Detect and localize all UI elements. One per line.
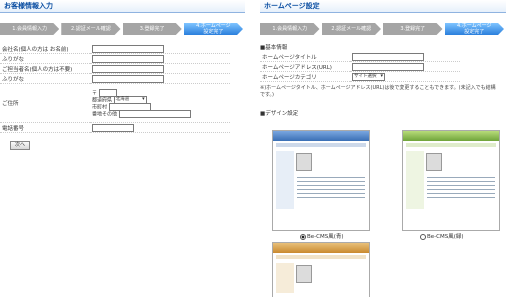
street-input[interactable] xyxy=(118,110,191,118)
step-2: 2.認証メール確認 xyxy=(321,23,381,35)
homepage-settings-panel: ホームページ設定 1.会員情報入力 2.認証メール確認 3.登録完了 4.ホーム… xyxy=(260,0,506,297)
furigana-label: ふりがな xyxy=(0,53,90,64)
avatar xyxy=(296,153,312,171)
company-input[interactable] xyxy=(92,44,164,53)
panel-title: お客様情報入力 xyxy=(0,0,245,13)
step-2: 2.認証メール確認 xyxy=(61,23,121,35)
step-1: 1.会員情報入力 xyxy=(0,23,60,35)
step-4: 4.ホームページ 設定完了 xyxy=(444,23,504,35)
contact-furigana-input[interactable] xyxy=(92,74,164,83)
avatar xyxy=(296,265,312,283)
avatar xyxy=(426,153,442,171)
phone-input[interactable] xyxy=(92,123,134,132)
step-progress: 1.会員情報入力 2.認証メール確認 3.登録完了 4.ホームページ 設定完了 xyxy=(260,23,506,35)
step-4: 4.ホームページ 設定完了 xyxy=(183,23,243,35)
company-label: 会社名(個人の方は お名前) xyxy=(0,44,90,54)
site-category-select[interactable]: サイト選択 xyxy=(352,72,385,81)
prefecture-select[interactable]: 北海道 xyxy=(113,96,147,104)
phone-label: 電話番号 xyxy=(0,122,90,133)
contact-input[interactable] xyxy=(92,64,164,73)
panel-title: ホームページ設定 xyxy=(260,0,506,13)
design-thumb-green[interactable] xyxy=(402,130,500,231)
customer-form: 会社名(個人の方は お名前) ふりがな ご担当者名(個人の方は不要) ふりがな … xyxy=(0,44,230,133)
site-url-label: ホームページアドレス(URL) xyxy=(260,61,350,72)
design-thumb-orange[interactable] xyxy=(272,242,370,297)
step-progress: 1.会員情報入力 2.認証メール確認 3.登録完了 4.ホームページ 設定完了 xyxy=(0,23,245,35)
site-title-label: ホームページタイトル xyxy=(260,52,350,62)
design-thumb-blue[interactable] xyxy=(272,130,370,231)
design-option-green[interactable]: Be-CMS風(緑) xyxy=(420,232,464,240)
step-3: 3.登録完了 xyxy=(383,23,443,35)
furigana-label: ふりがな xyxy=(0,73,90,84)
contact-label: ご担当者名(個人の方は不要) xyxy=(0,63,90,74)
radio-unselected-icon xyxy=(420,233,426,240)
design-option-blue[interactable]: Be-CMS風(青) xyxy=(300,232,344,240)
street-label: 番地その他 xyxy=(92,111,118,118)
basic-info-heading: ■基本情報 xyxy=(260,45,288,51)
site-title-input[interactable] xyxy=(352,52,424,61)
company-furigana-input[interactable] xyxy=(92,54,164,63)
note-text: ※)ホームページタイトル、ホームページアドレス(URL)は後で変更することもでき… xyxy=(260,85,496,98)
basic-info-form: ホームページタイトル ホームページアドレス(URL) ホームページカテゴリ サイ… xyxy=(260,52,460,82)
site-category-label: ホームページカテゴリ xyxy=(260,71,350,82)
customer-info-panel: お客様情報入力 1.会員情報入力 2.認証メール確認 3.登録完了 4.ホームペ… xyxy=(0,0,245,296)
next-button[interactable]: 次へ xyxy=(10,141,31,150)
design-heading: ■デザイン設定 xyxy=(260,111,299,117)
step-1: 1.会員情報入力 xyxy=(260,23,320,35)
step-3: 3.登録完了 xyxy=(122,23,182,35)
radio-selected-icon xyxy=(300,233,306,240)
site-url-input[interactable] xyxy=(352,62,424,71)
address-label: ご住所 xyxy=(0,83,90,123)
